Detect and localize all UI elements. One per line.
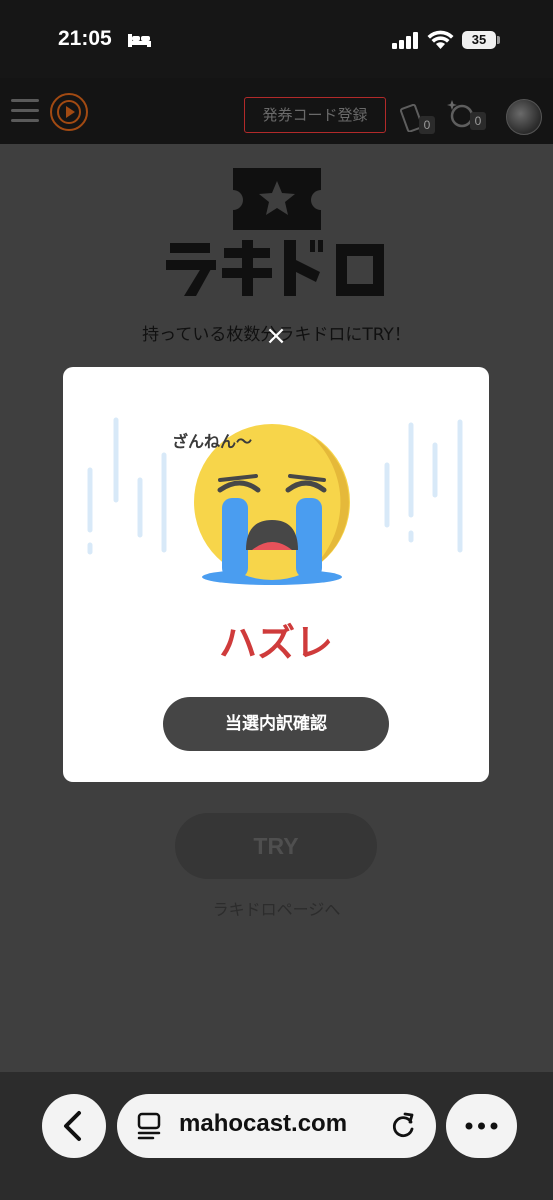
winning-details-button[interactable]: 当選内訳確認 [163,697,389,751]
battery-icon: 35 [462,31,496,49]
more-button[interactable] [446,1094,517,1158]
signal-icon [392,32,418,49]
crying-emoji-icon [87,417,463,585]
ticket-count-badge: 0 [419,116,435,134]
wifi-icon [427,30,454,49]
emoji-caption: ざんねん〜 [172,432,253,451]
battery-tip [497,36,500,44]
more-icon [465,1122,498,1130]
hamburger-menu-icon[interactable] [11,99,39,123]
rakidoro-logo [166,168,384,296]
try-button[interactable]: TRY [175,813,377,879]
reload-icon[interactable] [391,1111,417,1139]
url-text[interactable]: mahocast.com [179,1110,347,1138]
close-icon[interactable]: × [262,322,290,350]
bed-icon [128,34,151,47]
result-title: ハズレ [218,621,333,665]
status-time: 21:05 [58,27,112,50]
register-code-button[interactable]: 発券コード登録 [244,97,386,133]
user-avatar[interactable] [506,99,542,135]
chevron-left-icon [64,1111,81,1141]
rakidoro-page-link[interactable]: ラキドロページへ [0,896,553,920]
back-button[interactable] [42,1094,106,1158]
gem-count-badge: 0 [470,112,486,130]
play-logo-icon[interactable] [50,93,88,131]
tabs-icon[interactable] [137,1112,163,1140]
